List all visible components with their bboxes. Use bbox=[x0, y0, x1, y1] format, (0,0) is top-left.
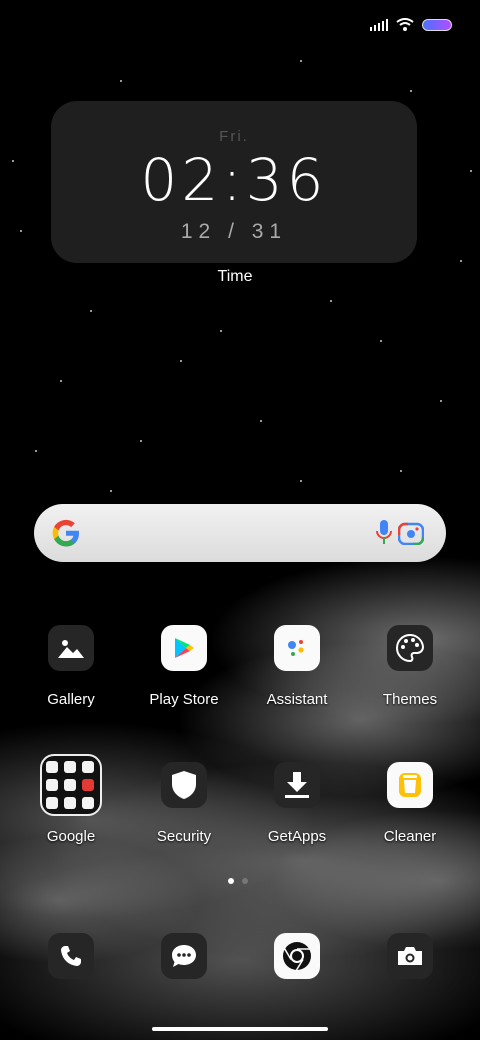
google-g-icon bbox=[52, 519, 79, 547]
folder-icon bbox=[40, 754, 102, 816]
app-label: Security bbox=[156, 828, 212, 845]
app-label: Cleaner bbox=[383, 828, 437, 845]
page-indicator bbox=[228, 878, 248, 884]
wifi-icon bbox=[396, 18, 414, 31]
lens-icon[interactable] bbox=[398, 521, 424, 545]
palette-icon bbox=[387, 625, 433, 671]
messages-icon bbox=[161, 933, 207, 979]
clock-widget[interactable]: Fri. 02:36 12 / 31 bbox=[51, 101, 417, 263]
shield-icon bbox=[161, 762, 207, 808]
app-themes[interactable]: Themes bbox=[355, 625, 465, 708]
status-bar bbox=[370, 18, 452, 32]
mic-icon[interactable] bbox=[376, 520, 392, 546]
app-label: Gallery bbox=[47, 691, 95, 708]
app-label: Themes bbox=[382, 691, 438, 708]
battery-icon bbox=[422, 19, 452, 31]
page-dot-active bbox=[228, 878, 234, 884]
gesture-handle[interactable] bbox=[152, 1027, 328, 1031]
dock-messages[interactable] bbox=[129, 933, 239, 979]
dock-chrome[interactable] bbox=[242, 933, 352, 979]
page-dot bbox=[242, 878, 248, 884]
app-play-store[interactable]: Play Store bbox=[129, 625, 239, 708]
app-security[interactable]: Security bbox=[129, 762, 239, 845]
google-search-bar[interactable] bbox=[34, 504, 446, 562]
app-label: Google bbox=[46, 828, 96, 845]
clock-day: Fri. bbox=[219, 128, 249, 145]
trash-icon bbox=[387, 762, 433, 808]
clock-date: 12 / 31 bbox=[180, 220, 288, 243]
clock-time: 02:36 bbox=[140, 146, 328, 214]
folder-google[interactable]: Google bbox=[16, 754, 126, 845]
camera-icon bbox=[387, 933, 433, 979]
dock-camera[interactable] bbox=[355, 933, 465, 979]
app-assistant[interactable]: Assistant bbox=[242, 625, 352, 708]
phone-icon bbox=[48, 933, 94, 979]
play-store-icon bbox=[161, 625, 207, 671]
app-cleaner[interactable]: Cleaner bbox=[355, 762, 465, 845]
app-label: GetApps bbox=[267, 828, 327, 845]
download-icon bbox=[274, 762, 320, 808]
signal-icon bbox=[370, 19, 388, 31]
dock-phone[interactable] bbox=[16, 933, 126, 979]
app-label: Assistant bbox=[266, 691, 328, 708]
app-getapps[interactable]: GetApps bbox=[242, 762, 352, 845]
clock-widget-label: Time bbox=[217, 268, 253, 285]
gallery-icon bbox=[48, 625, 94, 671]
app-label: Play Store bbox=[149, 691, 219, 708]
assistant-icon bbox=[274, 625, 320, 671]
app-gallery[interactable]: Gallery bbox=[16, 625, 126, 708]
chrome-icon bbox=[274, 933, 320, 979]
